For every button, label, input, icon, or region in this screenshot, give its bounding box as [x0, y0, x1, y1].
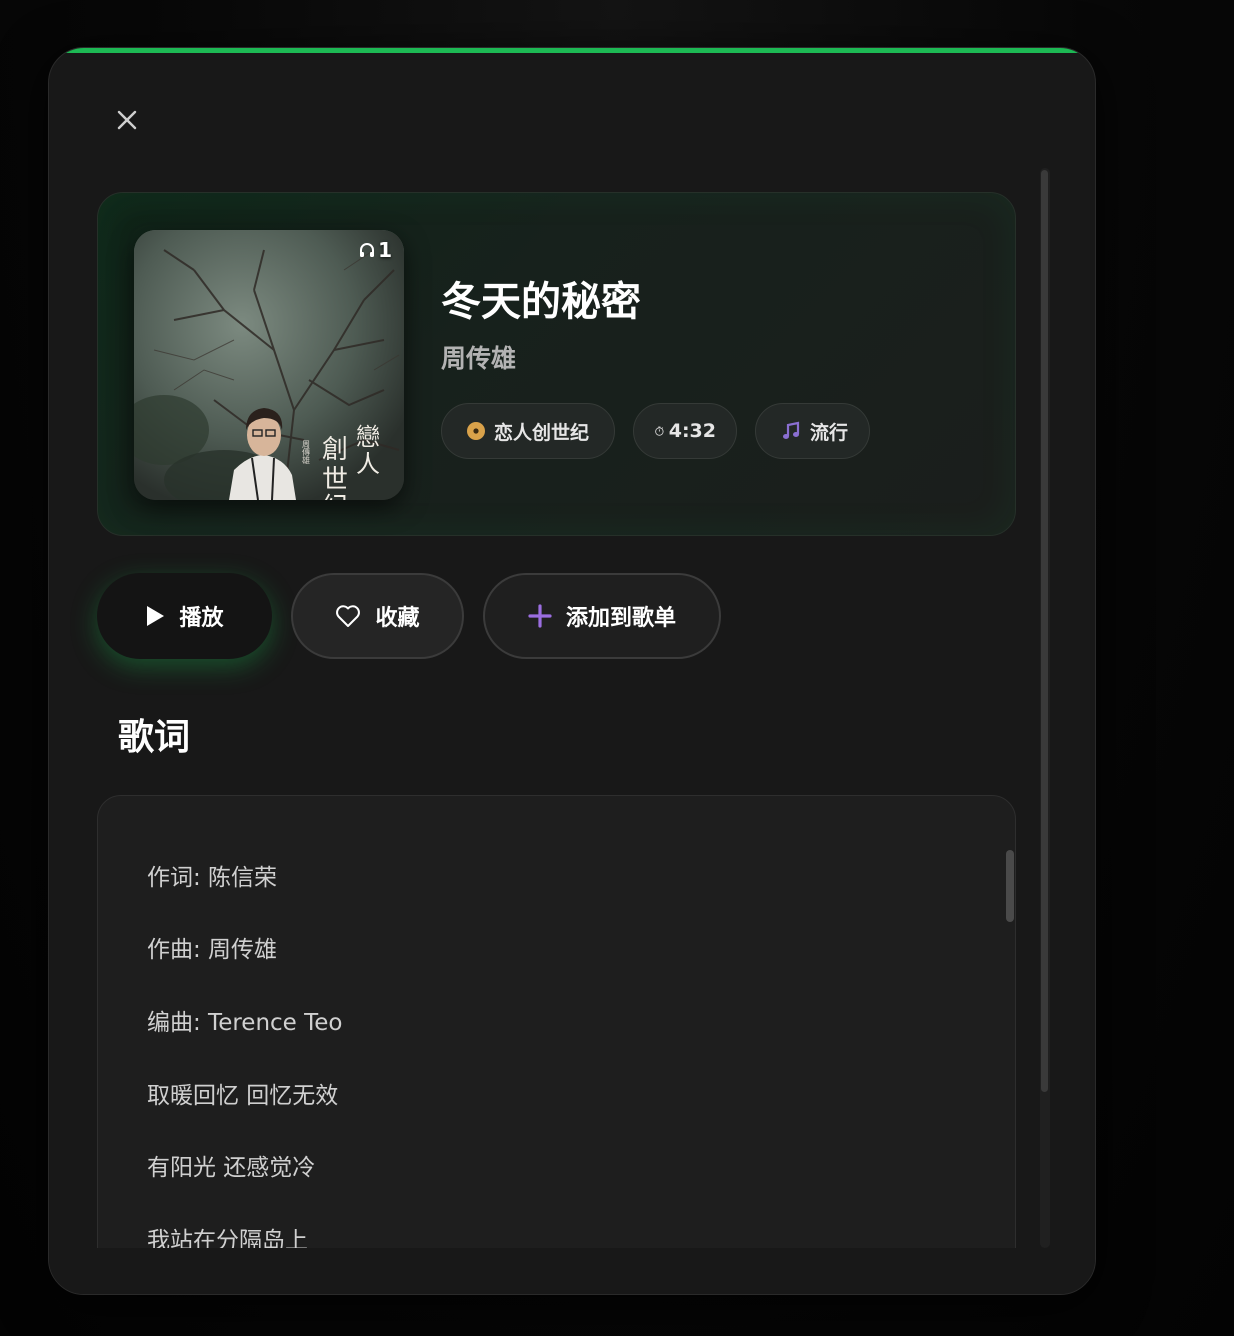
stopwatch-icon — [655, 426, 664, 436]
lyric-line: 作词: 陈信荣 — [147, 865, 278, 891]
close-icon — [117, 110, 137, 130]
favorite-button-label: 收藏 — [375, 606, 420, 631]
play-count-badge: 1 — [358, 238, 392, 262]
heart-icon — [336, 605, 361, 627]
svg-text:創: 創 — [322, 435, 348, 465]
song-artist[interactable]: 周传雄 — [441, 339, 516, 375]
plus-icon — [528, 604, 552, 628]
lyrics-heading: 歌词 — [118, 717, 191, 758]
svg-text:紀: 紀 — [322, 493, 348, 500]
album-chip[interactable]: 恋人创世纪 — [441, 403, 615, 459]
lyrics-scrollbar-thumb[interactable] — [1006, 850, 1014, 922]
svg-text:周傳雄: 周傳雄 — [302, 440, 311, 465]
lyric-line: 取暖回忆 回忆无效 — [147, 1083, 339, 1109]
song-hero-card: 戀 人 創 世 紀 周傳雄 1 冬天的秘密 周传雄 — [97, 192, 1016, 536]
favorite-button[interactable]: 收藏 — [291, 573, 464, 659]
lyric-line: 有阳光 还感觉冷 — [147, 1155, 316, 1181]
play-icon — [147, 606, 165, 626]
duration-chip: 4:32 — [633, 403, 737, 459]
top-accent-bar — [49, 48, 1095, 53]
play-button-label: 播放 — [179, 606, 224, 631]
play-button[interactable]: 播放 — [97, 573, 272, 659]
music-note-icon — [783, 421, 800, 439]
play-count-value: 1 — [378, 238, 392, 262]
svg-text:人: 人 — [356, 450, 380, 478]
lyric-line: 作曲: 周传雄 — [147, 937, 278, 963]
add-to-playlist-label: 添加到歌单 — [565, 606, 676, 631]
song-detail-modal: 戀 人 創 世 紀 周傳雄 1 冬天的秘密 周传雄 — [48, 47, 1096, 1295]
song-title: 冬天的秘密 — [441, 279, 641, 325]
lyric-line: 编曲: Terence Teo — [147, 1010, 343, 1036]
album-cover-art: 戀 人 創 世 紀 周傳雄 — [134, 230, 404, 500]
duration-value: 4:32 — [668, 420, 716, 442]
lyrics-panel[interactable]: 作词: 陈信荣 作曲: 周传雄 编曲: Terence Teo 取暖回忆 回忆无… — [97, 795, 1016, 1294]
cover-title-char: 戀 — [356, 423, 380, 451]
album-name: 恋人创世纪 — [494, 421, 590, 444]
svg-text:世: 世 — [322, 465, 348, 495]
modal-bottom-padding — [49, 1248, 1095, 1294]
genre-chip[interactable]: 流行 — [755, 403, 870, 459]
disc-icon — [467, 422, 485, 440]
genre-name: 流行 — [810, 421, 849, 444]
headphones-icon — [360, 243, 375, 257]
add-to-playlist-button[interactable]: 添加到歌单 — [483, 573, 721, 659]
modal-scrollbar-thumb[interactable] — [1041, 170, 1048, 1092]
album-cover: 戀 人 創 世 紀 周傳雄 1 — [134, 230, 404, 500]
close-button[interactable] — [111, 104, 143, 136]
